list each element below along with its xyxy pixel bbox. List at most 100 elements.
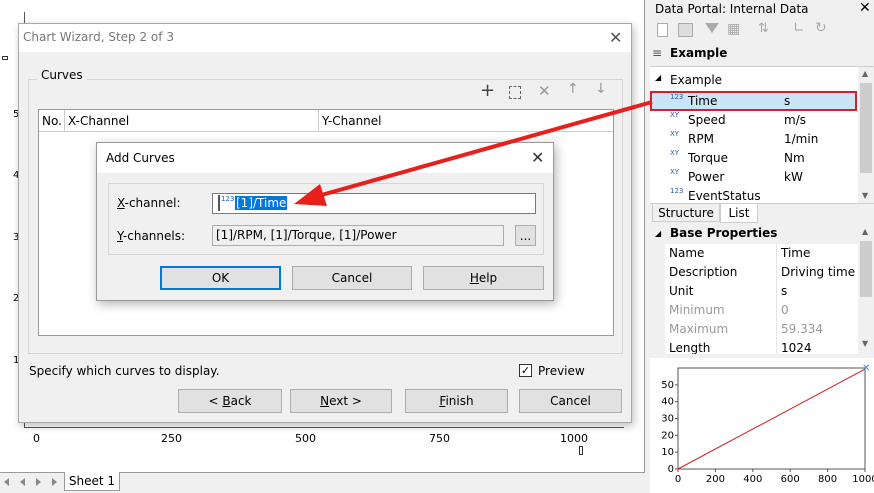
y-channels-field[interactable]: [1]/RPM, [1]/Torque, [1]/Power	[212, 225, 504, 246]
close-icon[interactable]: ✕	[609, 28, 622, 47]
background-chart-handle[interactable]	[579, 446, 583, 455]
property-row[interactable]: Length 1024	[665, 339, 857, 354]
scroll-down-icon[interactable]: ▼	[862, 339, 868, 348]
finish-button[interactable]: Finish	[405, 389, 508, 413]
tree-row-torque[interactable]: XY Torque Nm	[650, 149, 856, 168]
channel-unit: kW	[784, 170, 803, 184]
column-y-channel[interactable]: Y-Channel	[322, 114, 382, 128]
collapse-icon[interactable]: ◢	[655, 73, 661, 82]
channel-unit: 1/min	[784, 132, 819, 146]
wizard-cancel-button[interactable]: Cancel	[519, 389, 622, 413]
tree-row-power[interactable]: XY Power kW	[650, 168, 856, 187]
sheet-tab-label: Sheet 1	[68, 474, 116, 488]
table-icon[interactable]: ▦	[727, 21, 740, 37]
sheet-last-icon[interactable]	[52, 478, 57, 486]
properties-grid[interactable]: Name Time Description Driving time Unit s M…	[665, 244, 858, 354]
browse-button[interactable]: ...	[515, 225, 536, 246]
image-icon[interactable]	[678, 23, 693, 37]
add-curves-dialog: Add Curves ✕ X-channel: 123 [1]/Time Y-c…	[96, 142, 554, 301]
sort-icon[interactable]: ⇅	[758, 21, 769, 36]
table-header: No. X-Channel Y-Channel	[39, 110, 613, 132]
property-row[interactable]: Description Driving time	[665, 263, 857, 282]
tree-row-time[interactable]: 123 Time s	[650, 91, 857, 111]
x-tick-label: 400	[743, 474, 762, 485]
sheet-next-icon[interactable]	[36, 478, 41, 486]
close-icon[interactable]: ✕	[531, 148, 544, 167]
database-icon: ≡	[652, 46, 663, 60]
preview-label[interactable]: Preview	[538, 364, 585, 378]
x-tick-label: 1000	[852, 474, 874, 485]
tab-list[interactable]: List	[720, 204, 758, 223]
y-channels-label: Y-channels:	[117, 229, 186, 243]
scroll-up-icon[interactable]: ▲	[862, 69, 868, 78]
hint-text: Specify which curves to display.	[29, 364, 220, 378]
portal-title: Data Portal: Internal Data	[655, 2, 809, 16]
wizard-title: Chart Wizard, Step 2 of 3	[23, 30, 174, 44]
scroll-down-icon[interactable]: ▼	[862, 191, 868, 200]
tab-structure[interactable]: Structure	[652, 204, 720, 222]
property-row[interactable]: Unit s	[665, 282, 857, 301]
move-down-icon[interactable]: ↓	[595, 81, 607, 97]
channel-name: Speed	[688, 113, 726, 127]
property-row: Minimum 0	[665, 301, 857, 320]
channel-tree[interactable]: ◢ Example 123 Time s XY Speed m/s XY RPM…	[650, 66, 874, 204]
tree-row-speed[interactable]: XY Speed m/s	[650, 111, 856, 130]
ok-button-label: OK	[211, 271, 230, 285]
help-button[interactable]: Help	[423, 266, 544, 290]
channel-name: Torque	[688, 151, 728, 165]
portal-root: Example	[670, 46, 728, 60]
scroll-up-icon[interactable]: ▲	[862, 227, 868, 236]
tree-row-rpm[interactable]: XY RPM 1/min	[650, 130, 856, 149]
copy-icon[interactable]	[509, 86, 521, 99]
preview-checkbox[interactable]: ✓	[519, 364, 532, 377]
property-row[interactable]: Name Time	[665, 244, 857, 263]
time-channel-icon: 123	[670, 93, 684, 101]
x-channel-input[interactable]: 123 [1]/Time	[212, 193, 536, 214]
close-icon[interactable]: ✕	[862, 363, 870, 374]
back-button[interactable]: < Back	[178, 389, 282, 413]
close-icon[interactable]: ✕	[859, 0, 871, 16]
x-tick-label: 600	[781, 474, 800, 485]
properties-scrollbar[interactable]: ▲ ▼	[858, 225, 874, 354]
collapse-icon[interactable]: ◢	[655, 229, 661, 238]
tab-list-label: List	[728, 206, 750, 220]
cancel-button[interactable]: Cancel	[292, 266, 412, 290]
scroll-thumb[interactable]	[860, 241, 872, 297]
sheet-first-icon[interactable]	[4, 478, 9, 486]
tree-group[interactable]: Example	[670, 73, 722, 87]
x-tick: 750	[429, 432, 450, 445]
x-tick: 1000	[560, 432, 588, 445]
channel-type-icon: 123	[218, 195, 234, 211]
sheet-prev-icon[interactable]	[20, 478, 25, 486]
channel-name: Time	[688, 94, 718, 108]
column-x-channel[interactable]: X-Channel	[68, 114, 129, 128]
x-tick: 0	[33, 432, 40, 445]
channel-name: Power	[688, 170, 725, 184]
column-no[interactable]: No.	[42, 114, 62, 128]
y-tick-label: 50	[661, 380, 674, 391]
sheet-tab[interactable]: Sheet 1	[64, 472, 120, 491]
background-chart-handle[interactable]	[2, 56, 8, 60]
property-row: Maximum 59.334	[665, 320, 857, 339]
delete-icon[interactable]: ✕	[538, 82, 551, 100]
refresh-icon[interactable]: ↻	[815, 20, 827, 36]
xy-channel-icon: XY	[670, 149, 680, 157]
axis-icon[interactable]: ∟	[793, 20, 805, 36]
x-tick: 250	[161, 432, 182, 445]
tree-scrollbar[interactable]: ▲ ▼	[858, 67, 874, 203]
next-button[interactable]: Next >	[290, 389, 392, 413]
properties-title: Base Properties	[670, 226, 778, 240]
ok-button[interactable]: OK	[160, 266, 281, 290]
scroll-thumb[interactable]	[860, 83, 872, 173]
preview-chart: 0 200 400 600 800 1000 50 40 30 20 10 0	[661, 367, 874, 485]
property-key: Description	[669, 265, 738, 279]
property-value: s	[781, 284, 788, 298]
filter-icon[interactable]	[705, 23, 719, 33]
preview-chart-panel: 0 200 400 600 800 1000 50 40 30 20 10 0	[650, 358, 874, 493]
tree-row-eventstatus[interactable]: 123 EventStatus	[650, 187, 856, 203]
portal-toolbar: ▦ ⇅ ∟ ↻	[650, 20, 874, 42]
new-icon[interactable]	[657, 23, 668, 37]
add-icon[interactable]: +	[480, 80, 495, 101]
move-up-icon[interactable]: ↑	[567, 81, 579, 97]
property-key: Unit	[669, 284, 694, 298]
